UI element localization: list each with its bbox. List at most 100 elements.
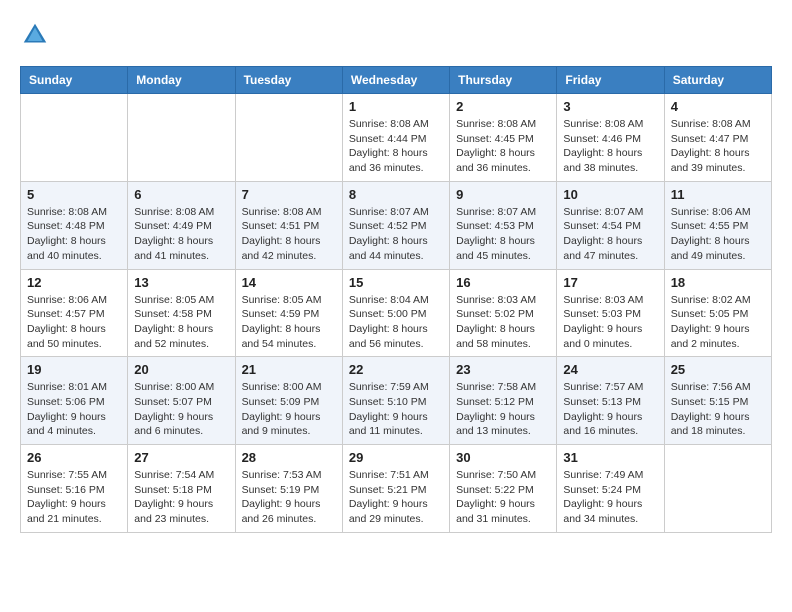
day-number: 19 [27,362,121,377]
page-header [20,20,772,50]
day-info: Sunrise: 8:07 AM Sunset: 4:53 PM Dayligh… [456,205,550,264]
day-info: Sunrise: 8:05 AM Sunset: 4:59 PM Dayligh… [242,293,336,352]
day-number: 27 [134,450,228,465]
day-number: 17 [563,275,657,290]
calendar-cell: 9 Sunrise: 8:07 AM Sunset: 4:53 PM Dayli… [450,181,557,269]
day-info: Sunrise: 7:59 AM Sunset: 5:10 PM Dayligh… [349,380,443,439]
day-number: 25 [671,362,765,377]
day-info: Sunrise: 8:08 AM Sunset: 4:44 PM Dayligh… [349,117,443,176]
calendar-cell: 4 Sunrise: 8:08 AM Sunset: 4:47 PM Dayli… [664,94,771,182]
day-info: Sunrise: 8:07 AM Sunset: 4:54 PM Dayligh… [563,205,657,264]
day-info: Sunrise: 8:08 AM Sunset: 4:48 PM Dayligh… [27,205,121,264]
logo-icon [20,20,50,50]
day-number: 22 [349,362,443,377]
day-info: Sunrise: 7:51 AM Sunset: 5:21 PM Dayligh… [349,468,443,527]
calendar-cell: 21 Sunrise: 8:00 AM Sunset: 5:09 PM Dayl… [235,357,342,445]
calendar-cell [664,445,771,533]
header-row: SundayMondayTuesdayWednesdayThursdayFrid… [21,67,772,94]
day-number: 7 [242,187,336,202]
calendar-cell: 15 Sunrise: 8:04 AM Sunset: 5:00 PM Dayl… [342,269,449,357]
day-info: Sunrise: 7:49 AM Sunset: 5:24 PM Dayligh… [563,468,657,527]
calendar-cell [128,94,235,182]
day-info: Sunrise: 8:05 AM Sunset: 4:58 PM Dayligh… [134,293,228,352]
calendar-cell: 28 Sunrise: 7:53 AM Sunset: 5:19 PM Dayl… [235,445,342,533]
logo [20,20,54,50]
day-number: 14 [242,275,336,290]
day-number: 24 [563,362,657,377]
day-info: Sunrise: 8:03 AM Sunset: 5:03 PM Dayligh… [563,293,657,352]
calendar-cell: 23 Sunrise: 7:58 AM Sunset: 5:12 PM Dayl… [450,357,557,445]
day-info: Sunrise: 8:03 AM Sunset: 5:02 PM Dayligh… [456,293,550,352]
day-number: 6 [134,187,228,202]
day-number: 30 [456,450,550,465]
calendar-cell: 10 Sunrise: 8:07 AM Sunset: 4:54 PM Dayl… [557,181,664,269]
day-number: 23 [456,362,550,377]
day-header-monday: Monday [128,67,235,94]
day-number: 29 [349,450,443,465]
day-number: 26 [27,450,121,465]
calendar-cell: 16 Sunrise: 8:03 AM Sunset: 5:02 PM Dayl… [450,269,557,357]
calendar-header: SundayMondayTuesdayWednesdayThursdayFrid… [21,67,772,94]
calendar-cell: 14 Sunrise: 8:05 AM Sunset: 4:59 PM Dayl… [235,269,342,357]
calendar-cell: 2 Sunrise: 8:08 AM Sunset: 4:45 PM Dayli… [450,94,557,182]
calendar-cell: 22 Sunrise: 7:59 AM Sunset: 5:10 PM Dayl… [342,357,449,445]
calendar-cell: 25 Sunrise: 7:56 AM Sunset: 5:15 PM Dayl… [664,357,771,445]
day-info: Sunrise: 8:00 AM Sunset: 5:07 PM Dayligh… [134,380,228,439]
calendar-week-3: 12 Sunrise: 8:06 AM Sunset: 4:57 PM Dayl… [21,269,772,357]
day-number: 5 [27,187,121,202]
day-number: 12 [27,275,121,290]
day-info: Sunrise: 8:07 AM Sunset: 4:52 PM Dayligh… [349,205,443,264]
calendar-week-1: 1 Sunrise: 8:08 AM Sunset: 4:44 PM Dayli… [21,94,772,182]
calendar-week-5: 26 Sunrise: 7:55 AM Sunset: 5:16 PM Dayl… [21,445,772,533]
day-info: Sunrise: 8:08 AM Sunset: 4:51 PM Dayligh… [242,205,336,264]
day-number: 8 [349,187,443,202]
day-info: Sunrise: 7:58 AM Sunset: 5:12 PM Dayligh… [456,380,550,439]
calendar-cell: 29 Sunrise: 7:51 AM Sunset: 5:21 PM Dayl… [342,445,449,533]
day-number: 9 [456,187,550,202]
calendar-cell: 27 Sunrise: 7:54 AM Sunset: 5:18 PM Dayl… [128,445,235,533]
calendar-cell: 6 Sunrise: 8:08 AM Sunset: 4:49 PM Dayli… [128,181,235,269]
day-number: 4 [671,99,765,114]
calendar-table: SundayMondayTuesdayWednesdayThursdayFrid… [20,66,772,533]
calendar-cell: 31 Sunrise: 7:49 AM Sunset: 5:24 PM Dayl… [557,445,664,533]
calendar-body: 1 Sunrise: 8:08 AM Sunset: 4:44 PM Dayli… [21,94,772,533]
calendar-cell: 19 Sunrise: 8:01 AM Sunset: 5:06 PM Dayl… [21,357,128,445]
day-info: Sunrise: 8:06 AM Sunset: 4:55 PM Dayligh… [671,205,765,264]
day-number: 16 [456,275,550,290]
calendar-cell [21,94,128,182]
day-number: 3 [563,99,657,114]
calendar-cell: 12 Sunrise: 8:06 AM Sunset: 4:57 PM Dayl… [21,269,128,357]
day-number: 21 [242,362,336,377]
day-info: Sunrise: 8:04 AM Sunset: 5:00 PM Dayligh… [349,293,443,352]
day-info: Sunrise: 8:08 AM Sunset: 4:49 PM Dayligh… [134,205,228,264]
day-header-tuesday: Tuesday [235,67,342,94]
day-info: Sunrise: 8:00 AM Sunset: 5:09 PM Dayligh… [242,380,336,439]
calendar-cell: 1 Sunrise: 8:08 AM Sunset: 4:44 PM Dayli… [342,94,449,182]
day-info: Sunrise: 8:08 AM Sunset: 4:46 PM Dayligh… [563,117,657,176]
day-info: Sunrise: 8:02 AM Sunset: 5:05 PM Dayligh… [671,293,765,352]
day-number: 31 [563,450,657,465]
day-info: Sunrise: 7:55 AM Sunset: 5:16 PM Dayligh… [27,468,121,527]
day-header-sunday: Sunday [21,67,128,94]
calendar-cell: 30 Sunrise: 7:50 AM Sunset: 5:22 PM Dayl… [450,445,557,533]
calendar-cell: 18 Sunrise: 8:02 AM Sunset: 5:05 PM Dayl… [664,269,771,357]
calendar-week-2: 5 Sunrise: 8:08 AM Sunset: 4:48 PM Dayli… [21,181,772,269]
calendar-week-4: 19 Sunrise: 8:01 AM Sunset: 5:06 PM Dayl… [21,357,772,445]
calendar-cell: 26 Sunrise: 7:55 AM Sunset: 5:16 PM Dayl… [21,445,128,533]
day-info: Sunrise: 8:08 AM Sunset: 4:45 PM Dayligh… [456,117,550,176]
day-info: Sunrise: 8:06 AM Sunset: 4:57 PM Dayligh… [27,293,121,352]
calendar-cell: 3 Sunrise: 8:08 AM Sunset: 4:46 PM Dayli… [557,94,664,182]
day-number: 18 [671,275,765,290]
calendar-cell: 24 Sunrise: 7:57 AM Sunset: 5:13 PM Dayl… [557,357,664,445]
calendar-cell: 11 Sunrise: 8:06 AM Sunset: 4:55 PM Dayl… [664,181,771,269]
day-info: Sunrise: 8:08 AM Sunset: 4:47 PM Dayligh… [671,117,765,176]
day-number: 2 [456,99,550,114]
calendar-cell [235,94,342,182]
calendar-cell: 20 Sunrise: 8:00 AM Sunset: 5:07 PM Dayl… [128,357,235,445]
day-header-wednesday: Wednesday [342,67,449,94]
day-info: Sunrise: 7:54 AM Sunset: 5:18 PM Dayligh… [134,468,228,527]
day-header-thursday: Thursday [450,67,557,94]
day-info: Sunrise: 8:01 AM Sunset: 5:06 PM Dayligh… [27,380,121,439]
calendar-cell: 7 Sunrise: 8:08 AM Sunset: 4:51 PM Dayli… [235,181,342,269]
day-number: 11 [671,187,765,202]
